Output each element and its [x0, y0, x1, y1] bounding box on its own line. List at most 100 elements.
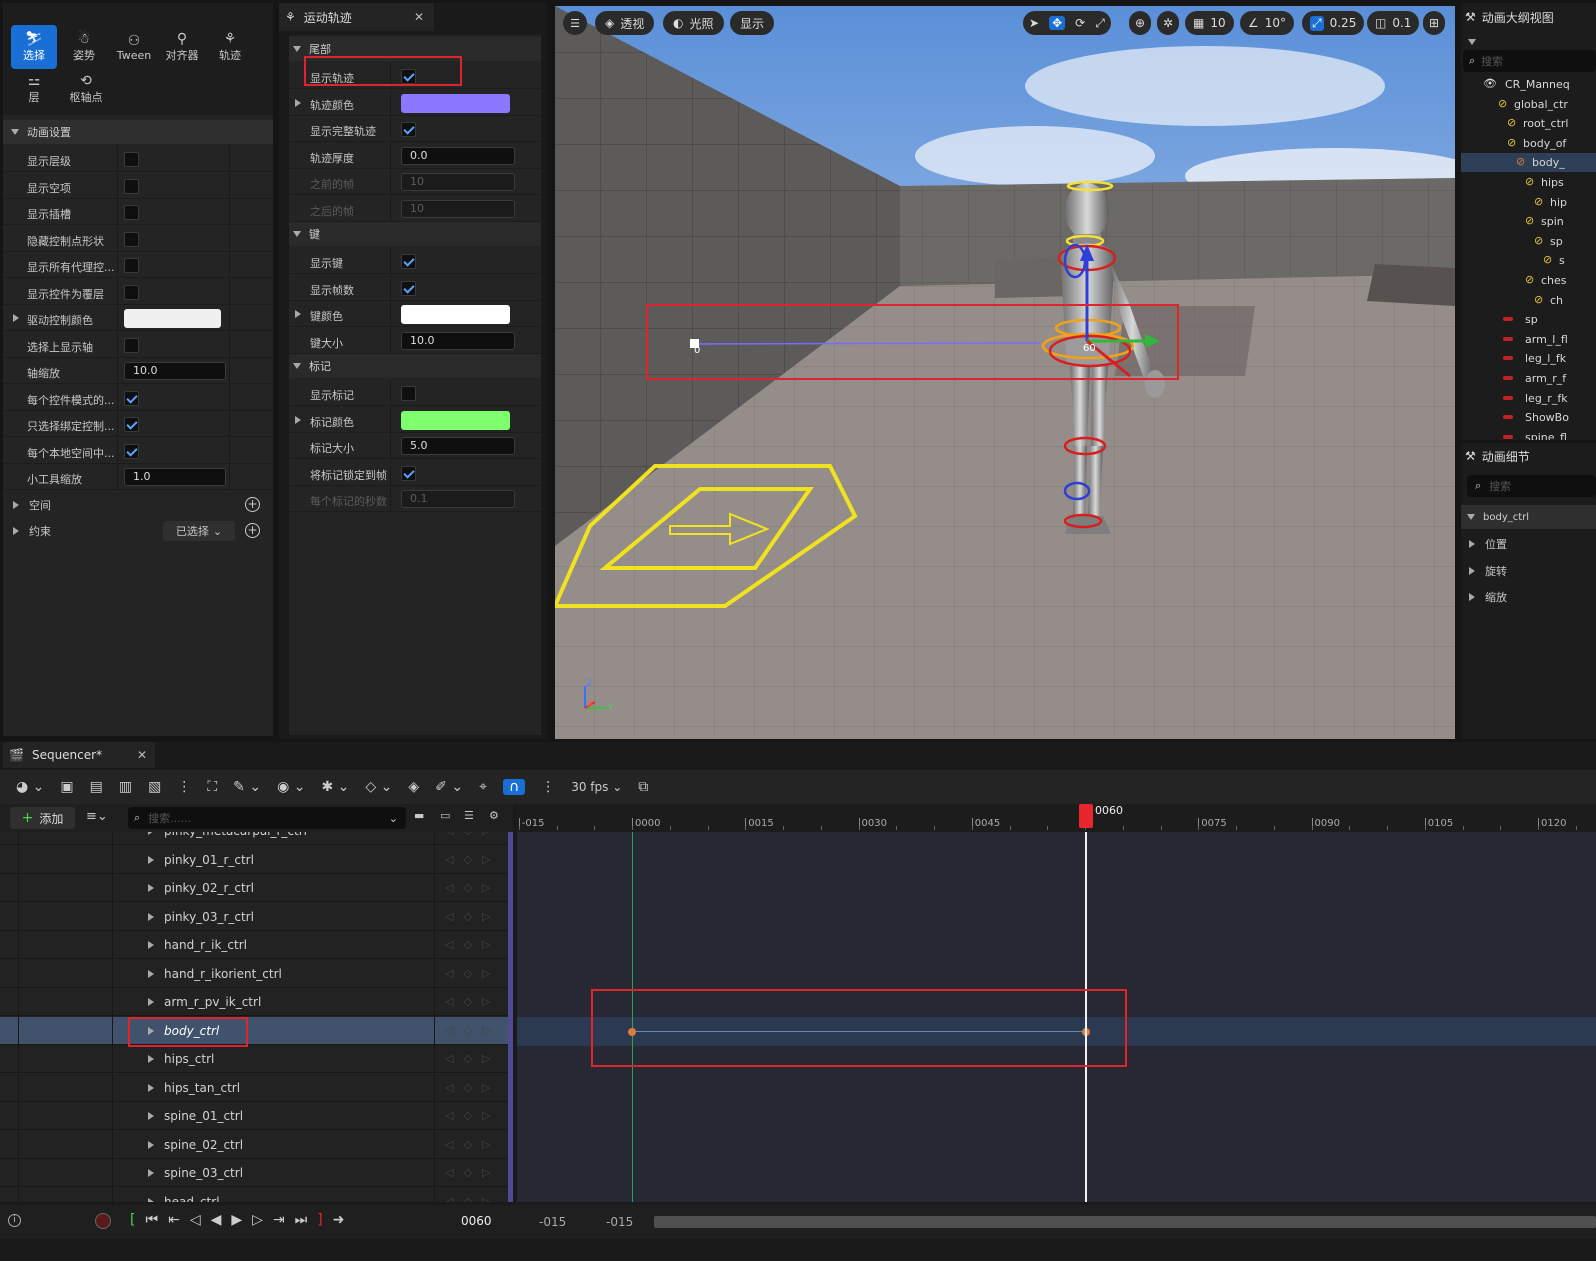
- track-row[interactable]: pinky_01_r_ctrl ◁◇▷: [0, 845, 513, 874]
- key-nav-icons[interactable]: ◁◇▷: [445, 853, 500, 866]
- track-row[interactable]: pinky_metacarpal_r_ctrl ◁◇▷: [0, 832, 513, 845]
- expand-arrow-icon[interactable]: [148, 912, 154, 921]
- settings-gear-icon[interactable]: ⚙: [489, 809, 499, 822]
- anim-details-tab[interactable]: ⚒ 动画细节: [1461, 443, 1596, 469]
- key-nav-icons[interactable]: ◁◇▷: [445, 995, 500, 1008]
- setting-checkbox[interactable]: [124, 390, 139, 406]
- close-icon[interactable]: ✕: [137, 748, 147, 762]
- show-button[interactable]: 显示: [730, 11, 775, 35]
- trail-checkbox[interactable]: [401, 386, 416, 401]
- pose-mode-button[interactable]: ☃ 姿势: [61, 25, 107, 69]
- info-icon[interactable]: i: [8, 1214, 21, 1227]
- surface-snap-toggle[interactable]: ✲: [1157, 11, 1180, 35]
- aligner-mode-button[interactable]: ⚲ 对齐器: [159, 25, 205, 69]
- save-icon[interactable]: ▣: [60, 779, 73, 795]
- next-frame-icon[interactable]: ▷: [252, 1212, 263, 1228]
- grid-snap-button[interactable]: ▦ 10: [1185, 11, 1234, 35]
- track-row[interactable]: spine_02_ctrl ◁◇▷: [0, 1130, 513, 1159]
- trail-checkbox[interactable]: [401, 254, 416, 269]
- outliner-options-arrow-icon[interactable]: [1468, 39, 1476, 45]
- collapse-tracks-icon[interactable]: ▬: [414, 809, 424, 822]
- select-mode-button[interactable]: ⛷ 选择: [11, 25, 57, 69]
- track-row[interactable]: spine_03_ctrl ◁◇▷: [0, 1159, 513, 1187]
- expand-arrow-icon[interactable]: [148, 1083, 154, 1092]
- track-row[interactable]: arm_r_pv_ik_ctrl ◁◇▷: [0, 988, 513, 1016]
- expand-arrow-icon[interactable]: [148, 1055, 154, 1063]
- scale-icon[interactable]: ⤢: [1095, 16, 1105, 31]
- track-row[interactable]: pinky_02_r_ctrl ◁◇▷: [0, 874, 513, 902]
- viewport-layout-button[interactable]: ⊞: [1423, 11, 1446, 35]
- setting-checkbox[interactable]: [124, 443, 139, 459]
- trail-value-input[interactable]: 5.0: [401, 437, 515, 455]
- close-icon[interactable]: ✕: [414, 10, 424, 24]
- tween-mode-button[interactable]: ⚇ Tween: [111, 25, 157, 69]
- details-group-row[interactable]: 旋转: [1461, 558, 1596, 584]
- add-constraint-icon[interactable]: +: [245, 523, 260, 538]
- track-scrollbar[interactable]: [508, 832, 513, 1202]
- trail-value-input[interactable]: 0.0: [401, 146, 515, 165]
- outliner-search-input[interactable]: ⌕ 搜索: [1463, 50, 1596, 72]
- track-row[interactable]: hips_tan_ctrl ◁◇▷: [0, 1073, 513, 1102]
- render-movie-icon[interactable]: ▥: [119, 779, 132, 795]
- expand-arrow-icon[interactable]: [148, 855, 154, 864]
- trail-color-swatch[interactable]: [401, 410, 510, 430]
- trail-section-header[interactable]: 键: [289, 222, 541, 246]
- expand-tracks-icon[interactable]: ▭: [440, 809, 450, 822]
- outliner-item[interactable]: ⊘ ch: [1461, 291, 1596, 310]
- outliner-item[interactable]: ⊘ ches: [1461, 271, 1596, 290]
- outliner-item[interactable]: leg_l_fk: [1461, 349, 1596, 368]
- prev-key-icon[interactable]: ⇤: [168, 1212, 180, 1228]
- track-row[interactable]: hand_r_ikorient_ctrl ◁◇▷: [0, 959, 513, 988]
- playhead-line[interactable]: [1085, 832, 1087, 1202]
- outliner-item[interactable]: ⊘ body_: [1461, 153, 1596, 173]
- key-nav-icons[interactable]: ◁◇▷: [445, 938, 500, 951]
- outliner-item[interactable]: leg_r_fk: [1461, 389, 1596, 408]
- expand-arrow-icon[interactable]: [295, 415, 301, 424]
- outliner-item[interactable]: ⊘ body_of: [1461, 134, 1596, 153]
- expand-arrow-icon[interactable]: [148, 1140, 154, 1149]
- expand-arrow-icon[interactable]: [148, 1026, 154, 1035]
- key-nav-icons[interactable]: ◁◇▷: [445, 1052, 500, 1065]
- trail-checkbox[interactable]: [401, 280, 416, 296]
- trail-checkbox[interactable]: [401, 122, 416, 137]
- scale-snap-button[interactable]: ⤢ 0.25: [1302, 11, 1365, 35]
- outliner-item[interactable]: ⊘ hip: [1461, 193, 1596, 212]
- space-row[interactable]: 空间 +: [3, 492, 273, 518]
- record-button[interactable]: [95, 1213, 111, 1229]
- constraint-selection-dropdown[interactable]: 已选择 ⌄: [163, 521, 235, 541]
- color-swatch[interactable]: [124, 309, 221, 328]
- prev-frame-icon[interactable]: ◁: [190, 1212, 201, 1228]
- setting-checkbox[interactable]: [124, 178, 139, 194]
- snap-more-icon[interactable]: ⋮: [541, 779, 555, 795]
- outliner-item[interactable]: spine_fl: [1461, 428, 1596, 440]
- range-start-field[interactable]: -015: [539, 1215, 566, 1229]
- auto-key-icon[interactable]: ◈: [408, 779, 419, 795]
- sequencer-tab[interactable]: 🎬 Sequencer* ✕: [3, 742, 155, 768]
- setting-checkbox[interactable]: [124, 417, 139, 432]
- outliner-item[interactable]: ⊘ hips: [1461, 173, 1596, 192]
- setting-checkbox[interactable]: [124, 337, 139, 353]
- trail-checkbox[interactable]: [401, 465, 416, 481]
- timeline-ruler[interactable]: -015 0000 0015 0030 0045 0075 0090 0105 0120: [517, 804, 1596, 832]
- key-nav-icons[interactable]: ◁◇▷: [445, 881, 500, 894]
- outliner-item[interactable]: ⊘ spin: [1461, 212, 1596, 231]
- key-nav-icons[interactable]: ◁◇▷: [445, 1109, 500, 1122]
- expand-arrow-icon[interactable]: [295, 98, 301, 107]
- view-icon[interactable]: ◉ ⌄: [277, 779, 305, 795]
- outliner-item[interactable]: 👁 CR_Manneq: [1461, 75, 1596, 94]
- playback-frame-field[interactable]: 0060: [461, 1214, 492, 1228]
- set-start-icon[interactable]: [: [130, 1212, 135, 1228]
- outliner-item[interactable]: sp: [1461, 310, 1596, 329]
- current-frame-marker[interactable]: [1079, 804, 1093, 828]
- loop-icon[interactable]: ➜: [333, 1212, 345, 1228]
- trail-mode-button[interactable]: ⚘ 轨迹: [207, 25, 253, 69]
- playback-settings-icon[interactable]: ✱ ⌄: [321, 779, 349, 795]
- track-search-input[interactable]: ⌕ 搜索...... ⌄: [128, 807, 406, 829]
- track-row[interactable]: spine_01_ctrl ◁◇▷: [0, 1102, 513, 1130]
- jump-end-icon[interactable]: ⏭: [295, 1212, 308, 1228]
- perspective-button[interactable]: ◈ 透视: [595, 11, 655, 35]
- expand-arrow-icon[interactable]: [13, 314, 19, 322]
- key-nav-icons[interactable]: ◁◇▷: [445, 910, 500, 923]
- timeline-area[interactable]: [517, 832, 1596, 1202]
- rotate-icon[interactable]: ⟳: [1075, 16, 1085, 30]
